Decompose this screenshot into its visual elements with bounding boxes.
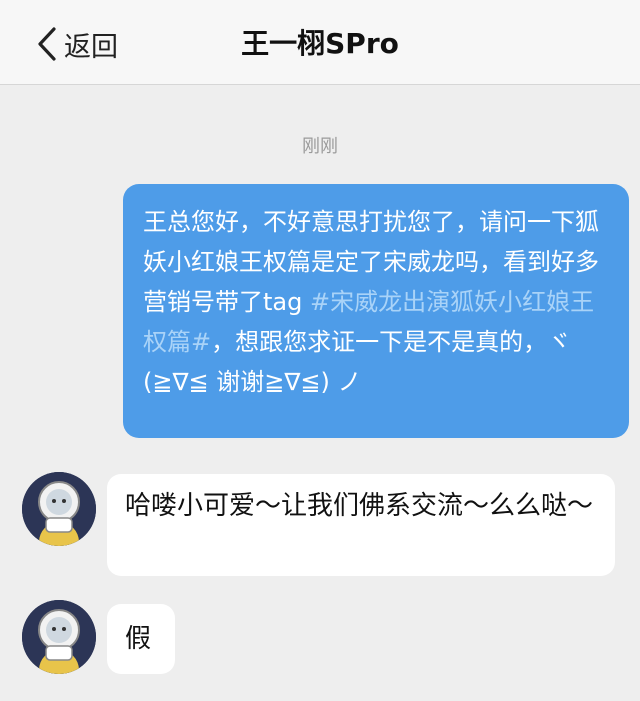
contact-avatar[interactable] bbox=[22, 472, 96, 546]
message-text: 哈喽小可爱～让我们佛系交流～么么哒～ bbox=[125, 491, 594, 521]
incoming-message-bubble[interactable]: 哈喽小可爱～让我们佛系交流～么么哒～ bbox=[107, 474, 615, 576]
contact-avatar[interactable] bbox=[22, 600, 96, 674]
navigation-bar: 返回 王一栩SPro bbox=[0, 0, 640, 85]
astronaut-avatar-icon bbox=[22, 472, 96, 546]
incoming-message-bubble[interactable]: 假 bbox=[107, 604, 175, 674]
message-text: 假 bbox=[125, 624, 152, 654]
message-timestamp: 刚刚 bbox=[302, 136, 338, 157]
astronaut-avatar-icon bbox=[22, 600, 96, 674]
chat-title: 王一栩SPro bbox=[241, 27, 399, 60]
outgoing-message-bubble[interactable]: 王总您好，不好意思打扰您了，请问一下狐妖小红娘王权篇是定了宋威龙吗，看到好多营销… bbox=[123, 184, 629, 438]
